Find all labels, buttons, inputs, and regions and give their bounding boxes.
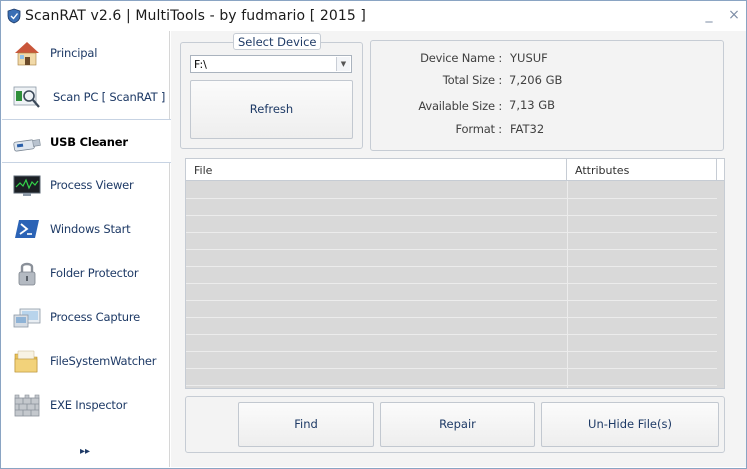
total-size-label: Total Size : [442, 73, 502, 87]
minimize-button[interactable]: _ [701, 7, 717, 23]
sidebar-item-label: USB Cleaner [50, 135, 128, 149]
padlock-icon [18, 262, 36, 286]
sidebar-item-windows-start[interactable]: Windows Start [2, 207, 170, 251]
monitor-chart-icon [13, 175, 41, 196]
drive-select-value: F:\ [194, 58, 207, 71]
format-value: FAT32 [510, 122, 545, 136]
shield-icon [7, 8, 21, 24]
sidebar-item-principal[interactable]: Principal [2, 31, 170, 75]
sidebar-item-label: Process Viewer [50, 178, 134, 192]
grid-line [186, 249, 717, 250]
total-size-value: 7,206 GB [509, 73, 563, 87]
device-name-value: YUSUF [510, 51, 548, 65]
wall-icon [14, 394, 40, 417]
sidebar: Principal Scan PC [ ScanRAT ] USB Cleane… [2, 31, 171, 467]
column-header-file[interactable]: File [186, 159, 567, 181]
close-button[interactable]: × [726, 7, 742, 23]
format-label: Format : [455, 122, 503, 136]
sidebar-item-process-capture[interactable]: Process Capture [2, 295, 170, 339]
sidebar-item-scan-pc[interactable]: Scan PC [ ScanRAT ] [2, 75, 170, 119]
sidebar-item-folder-protector[interactable]: Folder Protector [2, 251, 170, 295]
magnifier-icon [13, 86, 40, 108]
sidebar-item-label: FileSystemWatcher [50, 354, 157, 368]
available-size-value: 7,13 GB [509, 98, 556, 112]
grid-line [186, 232, 717, 233]
sidebar-item-label: Scan PC [ ScanRAT ] [53, 90, 166, 104]
grid-line [186, 317, 717, 318]
column-divider [567, 181, 568, 388]
folder-icon [14, 350, 38, 373]
usb-drive-icon [13, 139, 41, 152]
window-title: ScanRAT v2.6 | MultiTools - by fudmario … [25, 8, 366, 24]
grid-line [186, 215, 717, 216]
sidebar-item-label: Process Capture [50, 310, 141, 324]
app-window: ScanRAT v2.6 | MultiTools - by fudmario … [0, 0, 747, 469]
sidebar-more-icon[interactable]: ▸▸ [80, 446, 90, 457]
sidebar-item-exe-inspector[interactable]: EXE Inspector [2, 383, 170, 427]
title-bar[interactable]: ScanRAT v2.6 | MultiTools - by fudmario … [1, 1, 746, 31]
unhide-files-button[interactable]: Un-Hide File(s) [541, 402, 719, 447]
grid-line [186, 266, 717, 267]
sidebar-item-label: Principal [50, 46, 98, 60]
house-icon [15, 42, 39, 66]
grid-line [186, 198, 717, 199]
sidebar-item-usb-cleaner[interactable]: USB Cleaner [2, 119, 171, 163]
grid-line [186, 283, 717, 284]
chevron-down-icon[interactable]: ▼ [336, 57, 350, 71]
drive-select[interactable]: F:\ ▼ [190, 55, 352, 73]
find-button[interactable]: Find [238, 402, 374, 447]
sidebar-item-label: Windows Start [50, 222, 131, 236]
select-device-label: Select Device [233, 33, 322, 50]
grid-line [186, 334, 717, 335]
sidebar-item-label: EXE Inspector [50, 398, 128, 412]
repair-button[interactable]: Repair [380, 402, 535, 447]
table-header: File Attributes [186, 159, 724, 181]
available-size-label: Available Size : [418, 99, 502, 113]
device-name-label: Device Name : [420, 51, 502, 65]
grid-line [186, 351, 717, 352]
sidebar-item-filesystemwatcher[interactable]: FileSystemWatcher [2, 339, 170, 383]
screenshot-icon [13, 308, 41, 328]
sidebar-item-process-viewer[interactable]: Process Viewer [2, 163, 170, 207]
powershell-icon [15, 220, 39, 238]
grid-line [186, 368, 717, 369]
grid-line [186, 385, 717, 386]
file-list-table[interactable]: File Attributes [185, 158, 725, 389]
refresh-button[interactable]: Refresh [190, 80, 353, 139]
grid-line [186, 300, 717, 301]
sidebar-item-label: Folder Protector [50, 266, 139, 280]
column-header-attributes[interactable]: Attributes [567, 159, 717, 181]
